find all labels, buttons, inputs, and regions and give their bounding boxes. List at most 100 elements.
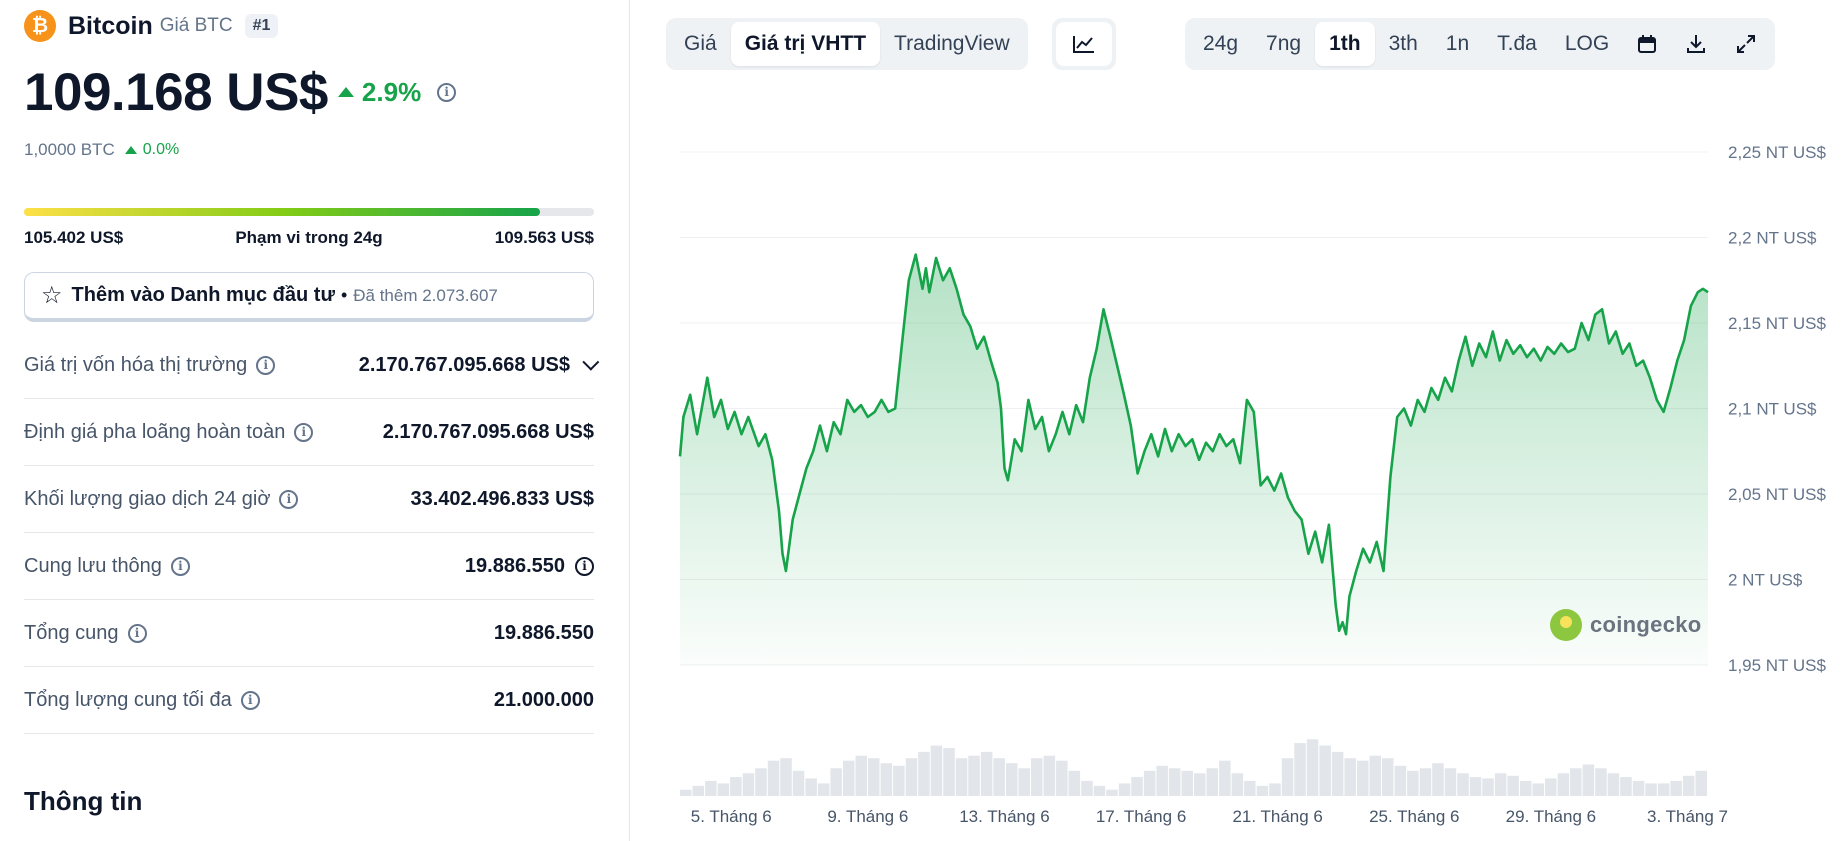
price-change-24h: 2.9%: [337, 77, 421, 108]
volume-bar: [1219, 760, 1231, 796]
range-3m-tab[interactable]: 3th: [1375, 22, 1432, 66]
separator-dot: •: [340, 285, 348, 305]
volume-bar: [1244, 780, 1256, 796]
stat-label: Giá trị vốn hóa thị trường i: [24, 353, 276, 377]
coin-header: ₿ Bitcoin Giá BTC #1: [24, 10, 279, 42]
volume-bar: [1595, 768, 1607, 796]
volume-bar: [893, 765, 905, 796]
x-tick-label: 9. Tháng 6: [827, 807, 908, 826]
chart-type-switch: [1052, 18, 1116, 70]
volume-bar: [717, 783, 730, 796]
current-price: 109.168 US$: [24, 62, 328, 122]
caret-up-icon: [337, 87, 354, 97]
info-icon[interactable]: i: [437, 82, 457, 102]
volume-bar: [1507, 775, 1519, 796]
volume-bar: [1657, 783, 1670, 796]
tab-market-cap[interactable]: Giá trị VHTT: [730, 22, 881, 66]
range-7d-tab[interactable]: 7ng: [1252, 22, 1315, 66]
range-high: 109.563 US$: [494, 228, 594, 247]
volume-bar: [1056, 760, 1068, 796]
info-heading: Thông tin: [24, 786, 143, 816]
stat-label-text: Tổng lượng cung tối đa: [24, 688, 232, 711]
coin-name: Bitcoin: [68, 11, 153, 40]
fullscreen-icon: [1737, 35, 1756, 53]
volume-bar: [855, 755, 867, 796]
info-icon[interactable]: i: [170, 556, 190, 576]
tab-price[interactable]: Giá: [670, 22, 731, 66]
volume-bar: [1018, 768, 1030, 796]
range-1m-tab[interactable]: 1th: [1315, 22, 1375, 66]
btc-change: 0.0%: [124, 141, 179, 159]
volume-bar: [1093, 785, 1106, 796]
stat-label-text: Khối lượng giao dịch 24 giờ: [24, 487, 271, 510]
volume-bar: [1143, 770, 1156, 796]
star-icon: ☆: [41, 281, 63, 309]
stat-label-text: Giá trị vốn hóa thị trường: [24, 353, 248, 376]
stat-row-max-supply: Tổng lượng cung tối đa i 21.000.000: [24, 667, 594, 734]
download-button[interactable]: [1671, 22, 1721, 66]
x-tick-label: 13. Tháng 6: [959, 807, 1049, 826]
volume-bar: [830, 768, 842, 796]
tab-tradingview[interactable]: TradingView: [880, 22, 1024, 66]
volume-bar: [1118, 783, 1131, 796]
fullscreen-button[interactable]: [1721, 22, 1771, 66]
range-24h-tab[interactable]: 24g: [1189, 22, 1252, 66]
stat-value-text: 21.000.000: [493, 688, 594, 711]
line-chart-button[interactable]: [1056, 22, 1112, 66]
volume-bar: [1168, 768, 1181, 796]
caret-up-icon: [124, 146, 137, 154]
volume-bar: [918, 751, 930, 796]
volume-bar: [1620, 777, 1632, 796]
volume-bar: [1444, 768, 1457, 796]
volume-bar: [1532, 783, 1544, 796]
stat-label-text: Cung lưu thông: [24, 554, 162, 577]
add-to-portfolio-button[interactable]: ☆ Thêm vào Danh mục đầu tư • Đã thêm 2.0…: [24, 272, 594, 322]
log-scale-tab[interactable]: LOG: [1551, 22, 1623, 66]
volume-bar: [993, 758, 1005, 796]
x-tick-label: 21. Tháng 6: [1232, 807, 1322, 826]
chevron-down-icon[interactable]: [582, 353, 600, 371]
y-tick-label: 2,05 NT US$: [1728, 485, 1827, 504]
range-max-tab[interactable]: T.đa: [1483, 22, 1551, 66]
stat-value-text: 19.886.550: [464, 554, 565, 577]
range-24h-fill: [24, 208, 540, 216]
volume-bar: [1682, 775, 1695, 796]
price-row: 109.168 US$ 2.9% i: [24, 62, 457, 122]
stat-label-text: Định giá pha loãng hoàn toàn: [24, 420, 286, 443]
info-icon[interactable]: i: [127, 623, 147, 643]
watermark-text: coingecko: [1590, 612, 1702, 637]
info-icon[interactable]: i: [256, 355, 276, 375]
y-tick-label: 2,2 NT US$: [1728, 229, 1817, 248]
range-24h-labels: 105.402 US$ Phạm vi trong 24g 109.563 US…: [24, 228, 594, 248]
volume-bar: [1407, 770, 1419, 796]
market-cap-chart[interactable]: 2,25 NT US$ 2,2 NT US$ 2,15 NT US$ 2,1 NT U…: [660, 120, 1840, 830]
line-chart-icon: [1073, 36, 1094, 53]
volume-bar: [767, 760, 780, 796]
rank-badge: #1: [244, 14, 279, 38]
stat-value-text: 33.402.496.833 US$: [410, 487, 595, 510]
info-icon[interactable]: i: [240, 690, 260, 710]
info-icon[interactable]: i: [279, 489, 299, 509]
volume-bar: [1006, 763, 1018, 796]
stat-value[interactable]: 2.170.767.095.668 US$: [359, 354, 600, 377]
time-range-tabs: 24g 7ng 1th 3th 1n T.đa LOG: [1185, 18, 1776, 70]
bitcoin-logo-icon: ₿: [24, 10, 56, 42]
calendar-button[interactable]: [1623, 22, 1671, 66]
volume-bar: [1181, 770, 1193, 796]
x-tick-label: 3. Tháng 7: [1647, 807, 1728, 826]
volume-bar: [1382, 758, 1394, 796]
portfolio-added-count: Đã thêm 2.073.607: [353, 285, 498, 305]
volume-bar: [1457, 773, 1469, 796]
download-icon: [1687, 35, 1706, 53]
volume-bar: [1357, 760, 1369, 796]
stat-value: 2.170.767.095.668 US$: [383, 421, 594, 444]
info-icon[interactable]: i: [294, 422, 314, 442]
x-tick-label: 5. Tháng 6: [691, 807, 772, 826]
volume-bar: [1570, 768, 1582, 796]
info-icon[interactable]: i: [575, 556, 594, 576]
volume-bar: [792, 770, 805, 796]
range-1y-tab[interactable]: 1n: [1432, 22, 1483, 66]
volume-bar: [1632, 780, 1645, 796]
stat-label: Tổng lượng cung tối đa i: [24, 689, 260, 712]
volume-bar: [1281, 758, 1294, 796]
